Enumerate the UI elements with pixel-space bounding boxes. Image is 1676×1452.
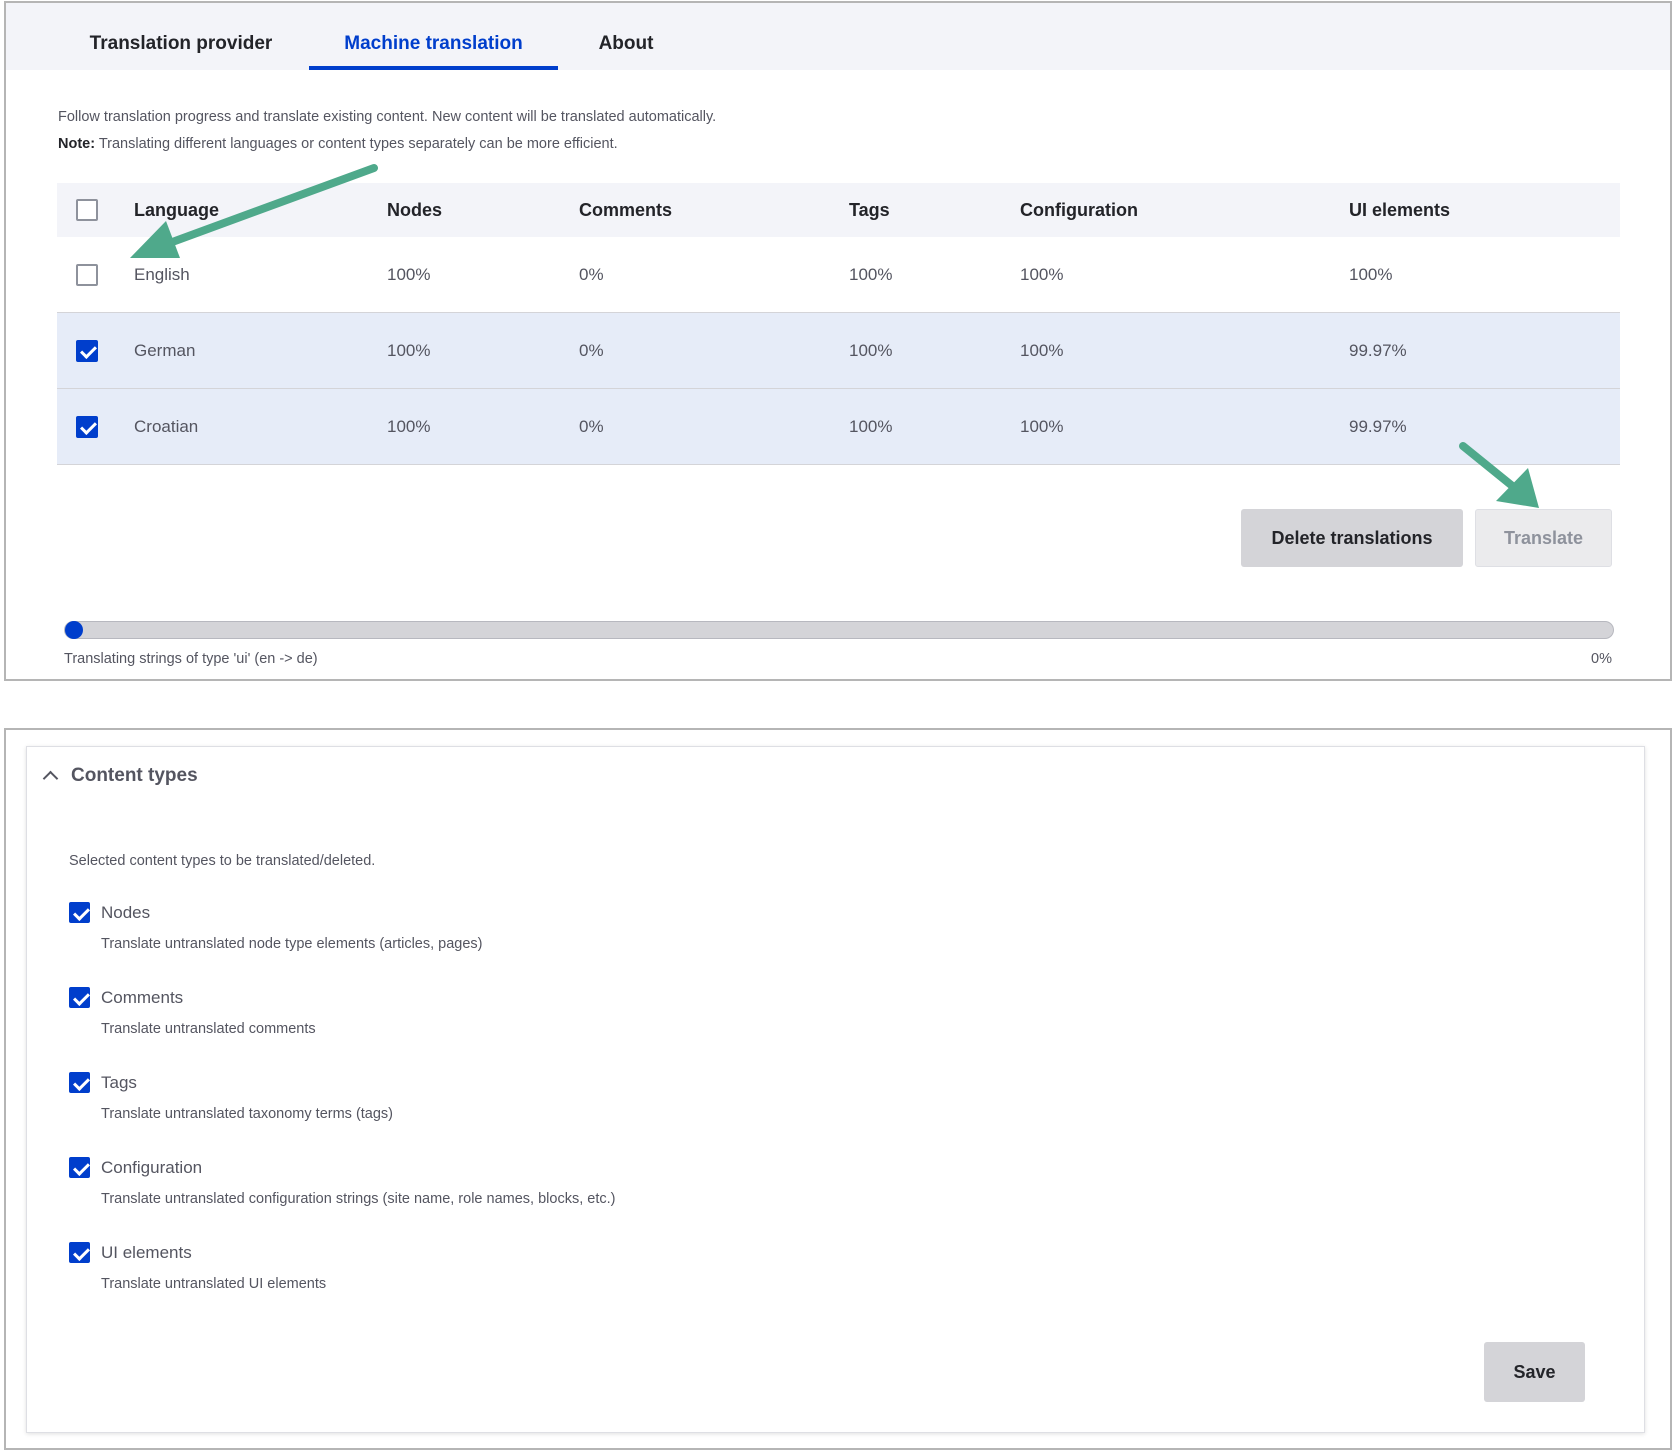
tab-machine-translation[interactable]: Machine translation [309, 3, 558, 70]
cell-comments: 0% [579, 265, 604, 284]
cell-tags: 100% [849, 265, 893, 284]
option-description: Translate untranslated comments [101, 1021, 316, 1037]
cell-configuration: 100% [1020, 341, 1064, 360]
header-ui-elements: UI elements [1349, 200, 1451, 220]
progress-bar-fill [65, 621, 83, 639]
cell-nodes: 100% [387, 417, 431, 436]
option-description: Translate untranslated node type element… [101, 936, 483, 952]
cell-language: German [134, 341, 196, 360]
select-all-checkbox[interactable] [76, 199, 98, 221]
option-comments: Comments Translate untranslated comments [69, 987, 969, 1057]
tab-translation-provider[interactable]: Translation provider [66, 3, 296, 70]
content-types-description: Selected content types to be translated/… [69, 853, 376, 869]
header-language: Language [134, 200, 220, 220]
cell-language: Croatian [134, 417, 199, 436]
option-configuration: Configuration Translate untranslated con… [69, 1157, 969, 1227]
content-types-panel: Content types Selected content types to … [4, 728, 1672, 1450]
option-tags: Tags Translate untranslated taxonomy ter… [69, 1072, 969, 1142]
cell-ui-elements: 100% [1349, 265, 1393, 284]
row-checkbox-croatian[interactable] [76, 416, 98, 438]
row-checkbox-english[interactable] [76, 264, 98, 286]
cell-comments: 0% [579, 341, 604, 360]
option-nodes: Nodes Translate untranslated node type e… [69, 902, 969, 972]
progress-label: Translating strings of type 'ui' (en -> … [64, 651, 318, 667]
table-header: Language Nodes Comments Tags Configurati… [57, 183, 1620, 237]
option-label: Configuration [101, 1158, 203, 1177]
configuration-checkbox[interactable] [69, 1157, 90, 1178]
cell-comments: 0% [579, 417, 604, 436]
cell-tags: 100% [849, 417, 893, 436]
save-button[interactable]: Save [1484, 1342, 1585, 1402]
note-text: Note: Translating different languages or… [58, 136, 618, 152]
progress-percent: 0% [1591, 651, 1612, 667]
option-label: Tags [101, 1073, 137, 1092]
note-body: Translating different languages or conte… [95, 136, 618, 152]
delete-translations-button[interactable]: Delete translations [1241, 509, 1463, 567]
nodes-checkbox[interactable] [69, 902, 90, 923]
header-configuration: Configuration [1020, 200, 1138, 220]
row-checkbox-german[interactable] [76, 340, 98, 362]
cell-configuration: 100% [1020, 417, 1064, 436]
tags-checkbox[interactable] [69, 1072, 90, 1093]
header-comments: Comments [579, 200, 673, 220]
cell-configuration: 100% [1020, 265, 1064, 284]
header-nodes: Nodes [387, 200, 443, 220]
tab-bar: Translation provider Machine translation… [6, 3, 1670, 70]
cell-language: English [134, 265, 190, 284]
progress-bar [64, 621, 1614, 639]
option-label: Nodes [101, 903, 151, 922]
cell-nodes: 100% [387, 265, 431, 284]
comments-checkbox[interactable] [69, 987, 90, 1008]
option-description: Translate untranslated UI elements [101, 1276, 327, 1292]
content-types-title: Content types [71, 765, 198, 786]
option-description: Translate untranslated configuration str… [101, 1191, 616, 1207]
chevron-up-icon [42, 770, 59, 787]
intro-text: Follow translation progress and translat… [58, 109, 717, 125]
option-label: Comments [101, 988, 184, 1007]
machine-translation-panel: Translation provider Machine translation… [4, 1, 1672, 681]
table-row: English 100% 0% 100% 100% 100% [57, 237, 1620, 313]
option-label: UI elements [101, 1243, 192, 1262]
translate-button[interactable]: Translate [1475, 509, 1612, 567]
cell-nodes: 100% [387, 341, 431, 360]
cell-tags: 100% [849, 341, 893, 360]
note-label: Note: [58, 136, 96, 152]
table-row: German 100% 0% 100% 100% 99.97% [57, 313, 1620, 389]
table-row: Croatian 100% 0% 100% 100% 99.97% [57, 389, 1620, 465]
cell-ui-elements: 99.97% [1349, 417, 1407, 436]
header-tags: Tags [849, 200, 890, 220]
translation-progress-table: Language Nodes Comments Tags Configurati… [57, 183, 1620, 465]
option-ui-elements: UI elements Translate untranslated UI el… [69, 1242, 969, 1312]
ui-elements-checkbox[interactable] [69, 1242, 90, 1263]
tab-about[interactable]: About [576, 3, 676, 70]
cell-ui-elements: 99.97% [1349, 341, 1407, 360]
content-types-details: Content types Selected content types to … [26, 746, 1645, 1433]
option-description: Translate untranslated taxonomy terms (t… [101, 1106, 394, 1122]
